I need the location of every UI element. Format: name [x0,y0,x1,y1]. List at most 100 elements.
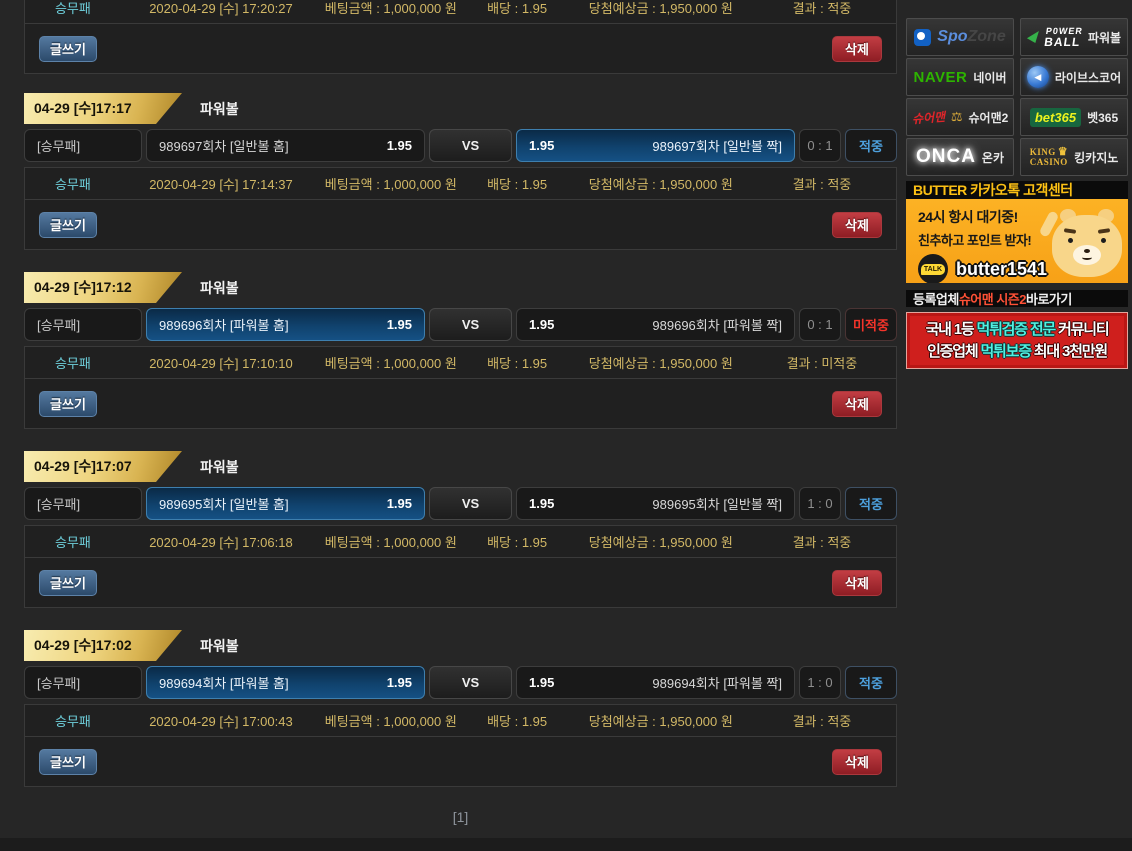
record-detail-panel: 승무패 2020-04-29 [수] 17:20:27 베팅금액 : 1,000… [24,0,897,74]
bet-option-home-selected[interactable]: 989695회차 [일반볼 홈] 1.95 [146,487,425,520]
record-category: 파워볼 [200,279,239,296]
record-date-ribbon: 04-29 [수]17:02 [24,630,182,661]
bet-option-home[interactable]: 989697회차 [일반볼 홈] 1.95 [146,129,425,162]
record-detail-panel: 승무패 2020-04-29 [수] 17:00:43 베팅금액 : 1,000… [24,704,897,787]
record-category: 파워볼 [200,458,239,475]
record-footer: 글쓰기 삭제 [25,737,896,786]
onca-label: 온카 [981,150,1005,165]
result-badge: 적중 [845,487,897,520]
pagination-page-1[interactable]: [1] [24,809,897,825]
bet-option-away-selected[interactable]: 1.95 989697회차 [일반볼 짝] [516,129,795,162]
option-odds: 1.95 [529,496,555,511]
banner-powerball[interactable]: P0WER BALL 파워볼 [1020,18,1128,56]
banner-kingcasino[interactable]: KING ♛ CASINO 킹카지노 [1020,138,1128,176]
sureman-bar-post: 바로가기 [1026,292,1072,307]
detail-expected-win: 당첨예상금 : 1,950,000 원 [588,714,733,729]
bet-type-box: [승무패] [24,129,142,162]
record-detail-row: 승무패 2020-04-29 [수] 17:10:10 베팅금액 : 1,000… [25,347,896,379]
banner-spozone[interactable]: Spo Zone [906,18,1014,56]
delete-button[interactable]: 삭제 [832,569,882,596]
record-footer: 글쓰기 삭제 [25,24,896,73]
powerball-logo-line2: BALL [1043,34,1082,49]
ryan-character [1038,209,1124,283]
detail-bet-amount: 베팅금액 : 1,000,000 원 [324,535,457,550]
vs-divider: VS [429,308,512,341]
bet-option-away[interactable]: 1.95 989695회차 [일반볼 짝] [516,487,795,520]
sureman-season2-link-bar[interactable]: 등록업체 슈어맨 시즌2 바로가기 [906,290,1128,307]
option-name: 989696회차 [파워볼 짝] [652,318,782,333]
bet-option-away[interactable]: 1.95 989694회차 [파워볼 짝] [516,666,795,699]
verification-community-banner[interactable]: 국내 1등 먹튀검증 전문 커뮤니티 인증업체 먹튀보증 최대 3천만원 [906,312,1128,369]
detail-expected-win: 당첨예상금 : 1,950,000 원 [588,356,733,371]
page-bottom-strip [0,838,1132,851]
option-odds: 1.95 [386,675,412,690]
detail-odds: 배당 : 1.95 [487,535,548,550]
delete-button[interactable]: 삭제 [832,390,882,417]
record-footer: 글쓰기 삭제 [25,379,896,428]
kakao-id: butter1541 [956,258,1048,279]
record-date-ribbon: 04-29 [수]17:17 [24,93,182,124]
naver-logo: NAVER [913,68,968,86]
spozone-logo-text2: Zone [967,28,1006,45]
vs-divider: VS [429,487,512,520]
banner-sureman2[interactable]: 슈어맨 ⚖ 슈어맨2 [906,98,1014,136]
option-odds: 1.95 [529,317,555,332]
write-button[interactable]: 글쓰기 [39,390,97,417]
score-box: 1 : 0 [799,487,841,520]
detail-result: 결과 : 적중 [792,535,852,550]
banner-bet365[interactable]: bet365 벳365 [1020,98,1128,136]
write-button[interactable]: 글쓰기 [39,748,97,775]
kingcasino-logo: KING ♛ CASINO [1030,146,1068,168]
write-button[interactable]: 글쓰기 [39,569,97,596]
sureman-label: 슈어맨2 [968,110,1009,125]
detail-expected-win: 당첨예상금 : 1,950,000 원 [588,177,733,192]
record-category: 파워볼 [200,637,239,654]
delete-button[interactable]: 삭제 [832,35,882,62]
record-detail-row: 승무패 2020-04-29 [수] 17:00:43 베팅금액 : 1,000… [25,705,896,737]
delete-button[interactable]: 삭제 [832,211,882,238]
detail-result: 결과 : 적중 [792,177,852,192]
sureman-logo: 슈어맨 [911,109,946,126]
banner-naver[interactable]: NAVER 네이버 [906,58,1014,96]
delete-button[interactable]: 삭제 [832,748,882,775]
livescore-label: 라이브스코어 [1054,70,1122,85]
result-badge: 미적중 [845,308,897,341]
bet-record: 04-29 [수]17:07 파워볼 [승무패] 989695회차 [일반볼 홈… [24,451,897,608]
record-footer: 글쓰기 삭제 [25,200,896,249]
bet-type-box: [승무패] [24,666,142,699]
bet-type-box: [승무패] [24,487,142,520]
record-detail-row: 승무패 2020-04-29 [수] 17:06:18 베팅금액 : 1,000… [25,526,896,558]
bet-row: [승무패] 989697회차 [일반볼 홈] 1.95 VS 1.95 9896… [24,129,897,162]
detail-result: 결과 : 적중 [792,714,852,729]
vs-divider: VS [429,666,512,699]
option-odds: 1.95 [529,138,555,153]
detail-datetime: 2020-04-29 [수] 17:00:43 [149,714,293,729]
butter-kakao-title: BUTTER 카카오톡 고객센터 [913,182,1073,198]
bet-option-home-selected[interactable]: 989694회차 [파워볼 홈] 1.95 [146,666,425,699]
red-banner-l2c: 최대 3천만원 [1030,342,1108,360]
write-button[interactable]: 글쓰기 [39,35,97,62]
kakaotalk-icon-text: TALK [920,263,946,275]
banner-grid: Spo Zone P0WER BALL 파워볼 NAVER 네이버 ◀ 라이브스… [906,18,1128,176]
score-box: 0 : 1 [799,308,841,341]
record-footer: 글쓰기 삭제 [25,558,896,607]
butter-kakao-title-bar[interactable]: BUTTER 카카오톡 고객센터 [906,181,1128,199]
red-banner-l1b: 먹튀검증 전문 [976,320,1056,338]
red-banner-line2: 인증업체 먹튀보증 최대 3천만원 [927,341,1108,363]
option-name: 989697회차 [일반볼 짝] [652,139,782,154]
option-odds: 1.95 [529,675,555,690]
bet-option-away[interactable]: 1.95 989696회차 [파워볼 짝] [516,308,795,341]
option-name: 989695회차 [일반볼 짝] [652,497,782,512]
bet-option-home-selected[interactable]: 989696회차 [파워볼 홈] 1.95 [146,308,425,341]
bet-row: [승무패] 989694회차 [파워볼 홈] 1.95 VS 1.95 9896… [24,666,897,699]
banner-onca[interactable]: ONCA 온카 [906,138,1014,176]
red-banner-line1: 국내 1등 먹튀검증 전문 커뮤니티 [926,319,1110,341]
write-button[interactable]: 글쓰기 [39,211,97,238]
red-banner-l2a: 인증업체 [927,342,981,360]
bet-record: 04-29 [수]17:17 파워볼 [승무패] 989697회차 [일반볼 홈… [24,93,897,250]
kakao-contact-banner[interactable]: 24시 항시 대기중! 친추하고 포인트 받자! TALK butter1541 [906,199,1128,283]
detail-expected-win: 당첨예상금 : 1,950,000 원 [588,1,733,16]
detail-expected-win: 당첨예상금 : 1,950,000 원 [588,535,733,550]
banner-livescore[interactable]: ◀ 라이브스코어 [1020,58,1128,96]
option-name: 989694회차 [파워볼 짝] [652,676,782,691]
